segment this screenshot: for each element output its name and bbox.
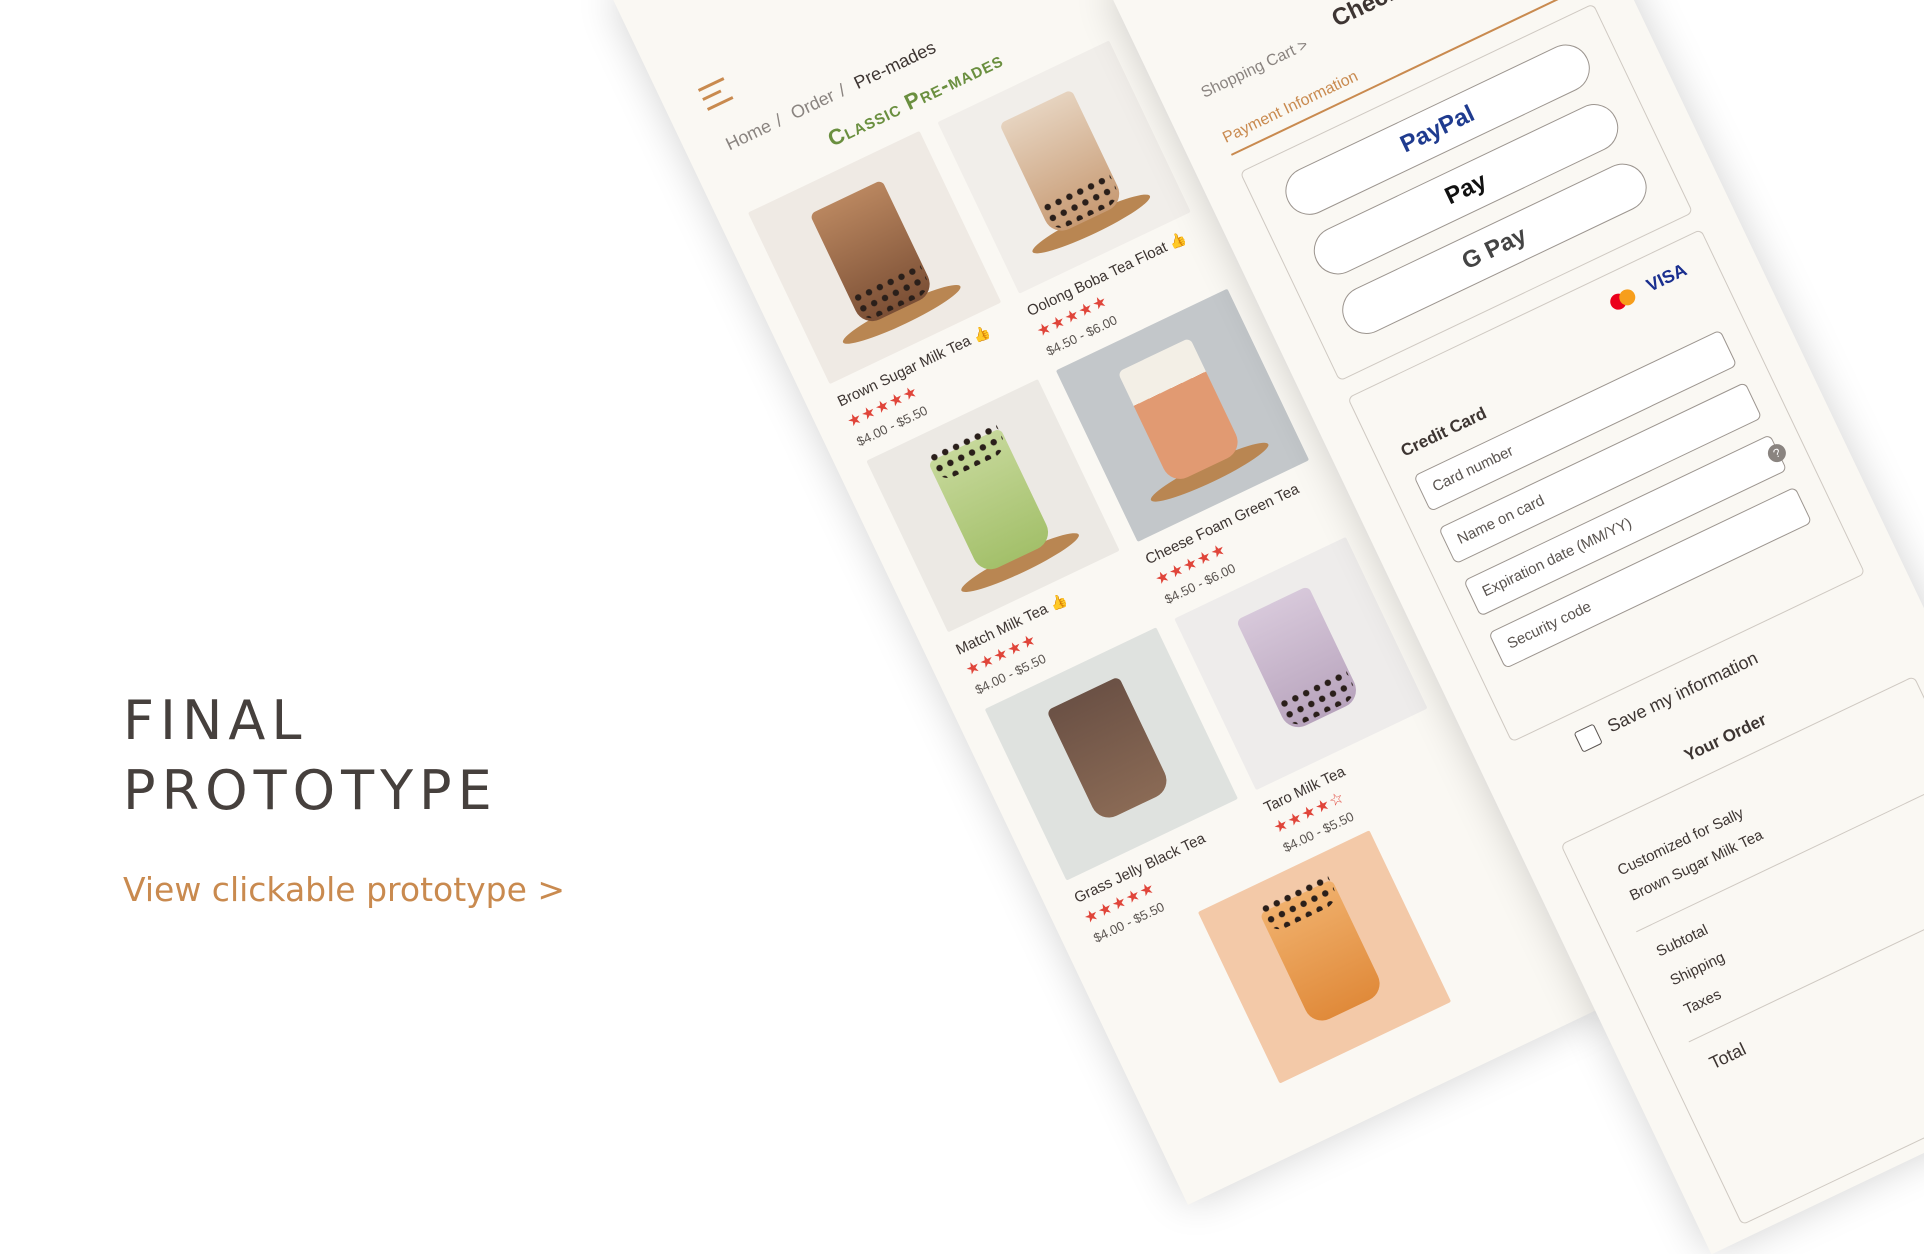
hero-title-line2: PROTOTYPE <box>123 759 498 822</box>
taxes-label: Taxes <box>1681 985 1724 1019</box>
divider <box>1636 789 1924 933</box>
breadcrumb-shopping-cart[interactable]: Shopping Cart > <box>1199 36 1312 102</box>
total-label: Total <box>1706 1038 1750 1074</box>
subtotal-label: Subtotal <box>1653 921 1711 961</box>
help-icon[interactable]: ? <box>1764 441 1789 466</box>
thumbs-up-icon[interactable]: 👍 <box>1047 591 1070 613</box>
product-grid: Brown Sugar Milk Tea👍 ★★★★★ $4.00 - $5.5… <box>747 36 1452 1084</box>
visa-logo: VISA <box>1643 259 1690 296</box>
hamburger-menu-icon[interactable] <box>697 77 734 111</box>
thumbs-up-icon[interactable]: 👍 <box>970 323 993 345</box>
hero-title: FINAL PROTOTYPE <box>123 686 498 826</box>
thumbs-up-icon[interactable]: 👍 <box>1166 229 1189 251</box>
divider <box>1688 899 1924 1043</box>
view-prototype-link[interactable]: View clickable prototype > <box>123 870 565 909</box>
card-logos: VISA <box>1606 259 1690 314</box>
breadcrumb-home[interactable]: Home <box>723 115 775 154</box>
shipping-label: Shipping <box>1667 948 1728 990</box>
breadcrumb-order[interactable]: Order <box>788 85 838 123</box>
page-title: Checkout <box>1328 0 1439 33</box>
order-summary-box: Customized for Sally Brown Sugar Milk Te… <box>1560 675 1924 1226</box>
hero-title-line1: FINAL <box>123 689 308 752</box>
save-checkbox[interactable] <box>1573 723 1603 753</box>
